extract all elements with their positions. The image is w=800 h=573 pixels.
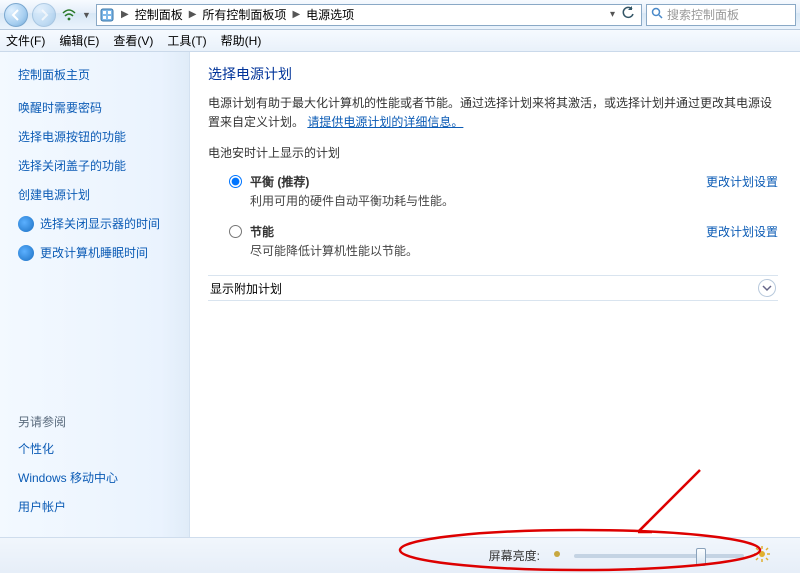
search-box[interactable]: 搜索控制面板 — [646, 4, 796, 26]
breadcrumb-bar[interactable]: ▶ 控制面板 ▶ 所有控制面板项 ▶ 电源选项 ▾ — [96, 4, 642, 26]
menu-file[interactable]: 文件(F) — [6, 32, 45, 49]
plan-title: 平衡 (推荐) — [250, 173, 686, 190]
nav-back-button[interactable] — [4, 3, 28, 27]
menu-tools[interactable]: 工具(T) — [167, 32, 206, 49]
plan-balanced-radio[interactable] — [229, 175, 242, 188]
brightness-slider[interactable] — [574, 554, 744, 558]
section-battery-plans: 电池安时计上显示的计划 — [208, 144, 778, 161]
see-also-link[interactable]: Windows 移动中心 — [18, 469, 179, 486]
plan-saver: 节能 尽可能降低计算机性能以节能。 更改计划设置 — [208, 219, 778, 269]
search-icon — [651, 7, 663, 22]
content-pane: 选择电源计划 电源计划有助于最大化计算机的性能或者节能。通过选择计划来将其激活，… — [190, 52, 800, 537]
breadcrumb-dropdown[interactable]: ▾ — [608, 9, 617, 20]
sidebar-link[interactable]: 唤醒时需要密码 — [18, 99, 179, 116]
page-description: 电源计划有助于最大化计算机的性能或者节能。通过选择计划来将其激活，或选择计划并通… — [208, 94, 778, 132]
chevron-down-icon — [758, 279, 776, 297]
history-dropdown[interactable]: ▼ — [82, 10, 92, 20]
search-placeholder: 搜索控制面板 — [667, 6, 739, 23]
sun-dim-icon — [550, 547, 564, 564]
control-panel-icon — [99, 7, 115, 23]
plan-balanced: 平衡 (推荐) 利用可用的硬件自动平衡功耗与性能。 更改计划设置 — [208, 169, 778, 219]
chevron-right-icon: ▶ — [288, 9, 304, 20]
brightness-bar: 屏幕亮度: — [0, 537, 800, 573]
see-also-link[interactable]: 用户帐户 — [18, 498, 179, 515]
page-title: 选择电源计划 — [208, 64, 778, 84]
brightness-label: 屏幕亮度: — [489, 547, 540, 564]
menu-view[interactable]: 查看(V) — [113, 32, 153, 49]
change-plan-settings-link[interactable]: 更改计划设置 — [706, 173, 778, 190]
sidebar-link[interactable]: 选择关闭盖子的功能 — [18, 157, 179, 174]
network-icon — [60, 6, 78, 24]
menu-bar: 文件(F) 编辑(E) 查看(V) 工具(T) 帮助(H) — [0, 30, 800, 52]
breadcrumb-item[interactable]: 控制面板 — [133, 4, 185, 25]
breadcrumb-item[interactable]: 所有控制面板项 — [200, 4, 288, 25]
nav-forward-button[interactable] — [32, 3, 56, 27]
chevron-right-icon: ▶ — [117, 9, 133, 20]
show-additional-plans[interactable]: 显示附加计划 — [208, 275, 778, 301]
sidebar-link[interactable]: 创建电源计划 — [18, 186, 179, 203]
sidebar: 控制面板主页 唤醒时需要密码 选择电源按钮的功能 选择关闭盖子的功能 创建电源计… — [0, 52, 190, 537]
sidebar-link-sleep[interactable]: 更改计算机睡眠时间 — [18, 244, 179, 261]
sun-bright-icon — [754, 546, 770, 565]
menu-edit[interactable]: 编辑(E) — [59, 32, 99, 49]
plan-subtitle: 利用可用的硬件自动平衡功耗与性能。 — [250, 192, 686, 209]
menu-help[interactable]: 帮助(H) — [221, 32, 262, 49]
see-also-link[interactable]: 个性化 — [18, 440, 179, 457]
see-also-label: 另请参阅 — [18, 413, 179, 430]
sidebar-link[interactable]: 选择电源按钮的功能 — [18, 128, 179, 145]
brightness-slider-thumb[interactable] — [696, 548, 706, 566]
sidebar-link-display-off[interactable]: 选择关闭显示器的时间 — [18, 215, 179, 232]
address-toolbar: ▼ ▶ 控制面板 ▶ 所有控制面板项 ▶ 电源选项 ▾ 搜索控制面板 — [0, 0, 800, 30]
chevron-right-icon: ▶ — [185, 9, 201, 20]
show-more-label: 显示附加计划 — [210, 280, 282, 297]
plan-title: 节能 — [250, 223, 686, 240]
plan-saver-radio[interactable] — [229, 225, 242, 238]
sidebar-home-link[interactable]: 控制面板主页 — [18, 66, 179, 83]
refresh-button[interactable] — [617, 6, 639, 23]
breadcrumb-item[interactable]: 电源选项 — [304, 4, 356, 25]
more-info-link[interactable]: 请提供电源计划的详细信息。 — [307, 115, 463, 129]
plan-subtitle: 尽可能降低计算机性能以节能。 — [250, 242, 686, 259]
change-plan-settings-link[interactable]: 更改计划设置 — [706, 223, 778, 240]
